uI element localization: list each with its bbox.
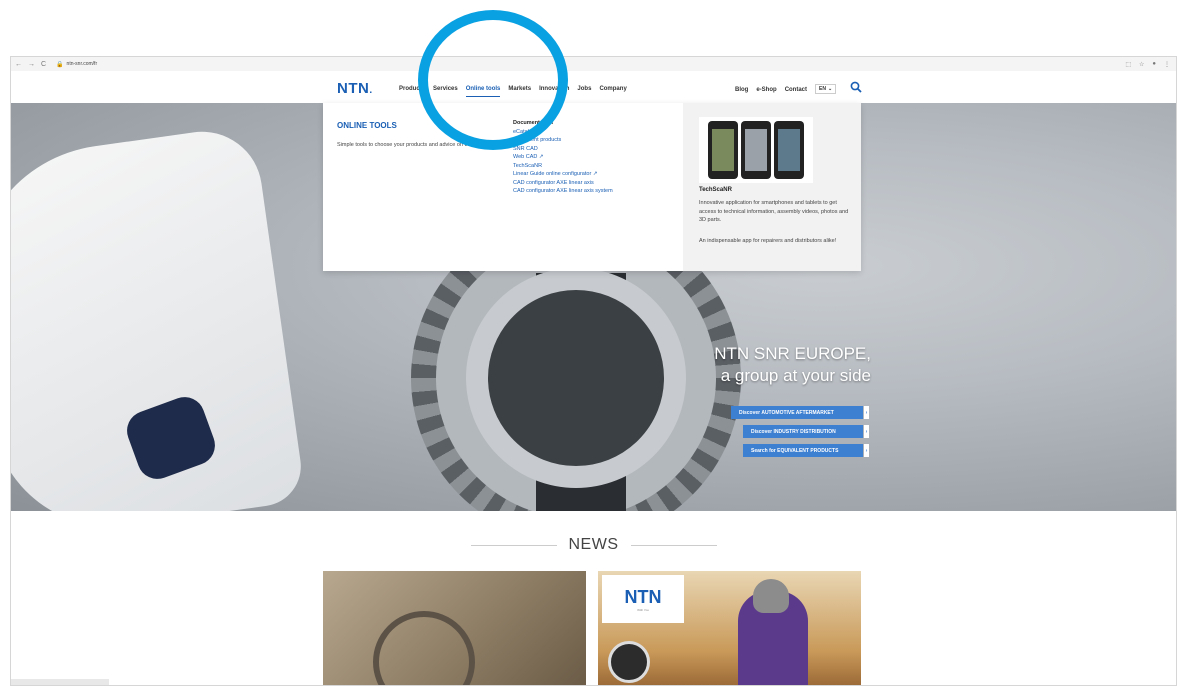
link-web-cad-label: Web CAD	[513, 154, 538, 160]
nav-innovation[interactable]: Innovation	[539, 86, 569, 97]
language-select[interactable]: EN ⌄	[815, 84, 837, 94]
link-cad-configurator-axis[interactable]: CAD configurator AXE linear axis	[513, 179, 613, 188]
link-snr-cad[interactable]: SNR CAD	[513, 145, 613, 154]
news-image-machine	[373, 611, 475, 685]
chevron-right-icon: ›	[864, 444, 869, 457]
logo-text: NTN	[337, 80, 370, 97]
phone-image	[741, 121, 771, 179]
hero-title: NTN SNR EUROPE, a group at your side	[631, 343, 871, 387]
site-header: NTN. Products Services Online tools Mark…	[11, 71, 1176, 103]
link-cad-configurator-axis-system[interactable]: CAD configurator AXE linear axis system	[513, 187, 613, 196]
online-tools-dropdown: ONLINE TOOLS Simple tools to choose your…	[323, 103, 861, 271]
browser-toolbar: ← → C 🔒 ntn-snr.com/fr ⬚ ☆ ● ⋮	[11, 57, 1176, 72]
spartan-badge-icon	[608, 641, 650, 683]
dropdown-links: Documentation eCatalogue Equivalent prod…	[513, 119, 613, 196]
cta-automotive-aftermarket[interactable]: Discover AUTOMOTIVE AFTERMARKET ›	[731, 406, 869, 419]
ntn-logo[interactable]: NTN.	[337, 80, 373, 97]
lock-icon: 🔒	[56, 61, 64, 68]
dropdown-promo: TechScaNR Innovative application for sma…	[683, 103, 861, 271]
card-logo-tagline: With You	[637, 607, 649, 612]
news-card-spartan[interactable]: NTN With You	[598, 571, 861, 685]
address-bar[interactable]: ntn-snr.com/fr	[67, 61, 98, 67]
nav-markets[interactable]: Markets	[508, 86, 531, 97]
nav-eshop[interactable]: e-Shop	[756, 87, 776, 93]
divider	[630, 544, 717, 546]
link-equivalent-products[interactable]: Equivalent products	[513, 136, 613, 145]
external-link-icon: ↗	[592, 171, 598, 177]
language-value: EN	[819, 86, 826, 92]
menu-icon[interactable]: ⋮	[1164, 61, 1170, 68]
external-link-icon: ↗	[538, 154, 544, 160]
browser-window: ← → C 🔒 ntn-snr.com/fr ⬚ ☆ ● ⋮ NTN. Prod…	[10, 56, 1177, 686]
app-name[interactable]: TechScaNR	[699, 187, 732, 193]
status-bar	[11, 679, 109, 685]
link-techscanr[interactable]: TechScaNR	[513, 162, 613, 171]
cta1-label: Discover AUTOMOTIVE AFTERMARKET	[739, 409, 834, 416]
nav-products[interactable]: Products	[399, 86, 425, 97]
dropdown-main: ONLINE TOOLS Simple tools to choose your…	[323, 103, 683, 271]
helmet-image	[753, 579, 789, 613]
news-title: NEWS	[568, 536, 619, 553]
search-icon[interactable]	[850, 81, 862, 93]
nav-blog[interactable]: Blog	[735, 87, 748, 93]
nav-jobs[interactable]: Jobs	[577, 86, 591, 97]
cta3-label: Search for EQUIVALENT PRODUCTS	[751, 447, 839, 454]
link-linear-guide-configurator[interactable]: Linear Guide online configurator ↗	[513, 170, 613, 179]
nav-company[interactable]: Company	[599, 86, 626, 97]
ntn-card-logo: NTN With You	[602, 575, 684, 623]
phone-image	[708, 121, 738, 179]
app-screenshots-image[interactable]	[699, 117, 813, 183]
news-heading: NEWS	[11, 535, 1176, 555]
dropdown-description: Simple tools to choose your products and…	[337, 142, 488, 148]
nav-online-tools[interactable]: Online tools	[465, 86, 501, 97]
hero-title-line2: a group at your side	[720, 366, 871, 385]
back-icon[interactable]: ←	[15, 61, 22, 68]
link-web-cad[interactable]: Web CAD ↗	[513, 153, 613, 162]
link-linear-guide-label: Linear Guide online configurator	[513, 171, 592, 177]
reload-icon[interactable]: C	[41, 61, 46, 68]
utility-nav: Blog e-Shop Contact EN ⌄	[735, 84, 837, 94]
news-card-aerial[interactable]	[323, 571, 586, 685]
dropdown-title: ONLINE TOOLS	[337, 121, 397, 130]
card-logo-text: NTN	[624, 586, 662, 607]
divider	[470, 544, 557, 546]
extension-icon[interactable]: ⬚	[1125, 61, 1131, 68]
phone-image	[774, 121, 804, 179]
cta-equivalent-products[interactable]: Search for EQUIVALENT PRODUCTS ›	[743, 444, 869, 457]
nav-services[interactable]: Services	[433, 86, 458, 97]
main-nav: Products Services Online tools Markets I…	[399, 86, 627, 97]
cta2-label: Discover INDUSTRY DISTRIBUTION	[751, 428, 836, 435]
links-heading: Documentation	[513, 120, 554, 126]
app-note: An indispensable app for repairers and d…	[699, 238, 837, 244]
forward-icon[interactable]: →	[28, 61, 35, 68]
chevron-right-icon: ›	[864, 425, 869, 438]
hero-title-line1: NTN SNR EUROPE,	[714, 344, 871, 363]
nav-contact[interactable]: Contact	[785, 87, 807, 93]
profile-icon[interactable]: ●	[1152, 61, 1156, 68]
chevron-right-icon: ›	[864, 406, 869, 419]
chevron-down-icon: ⌄	[827, 86, 833, 92]
star-icon[interactable]: ☆	[1139, 61, 1144, 68]
link-ecatalogue[interactable]: eCatalogue	[513, 128, 613, 137]
app-description: Innovative application for smartphones a…	[699, 200, 849, 223]
cta-industry-distribution[interactable]: Discover INDUSTRY DISTRIBUTION ›	[743, 425, 869, 438]
